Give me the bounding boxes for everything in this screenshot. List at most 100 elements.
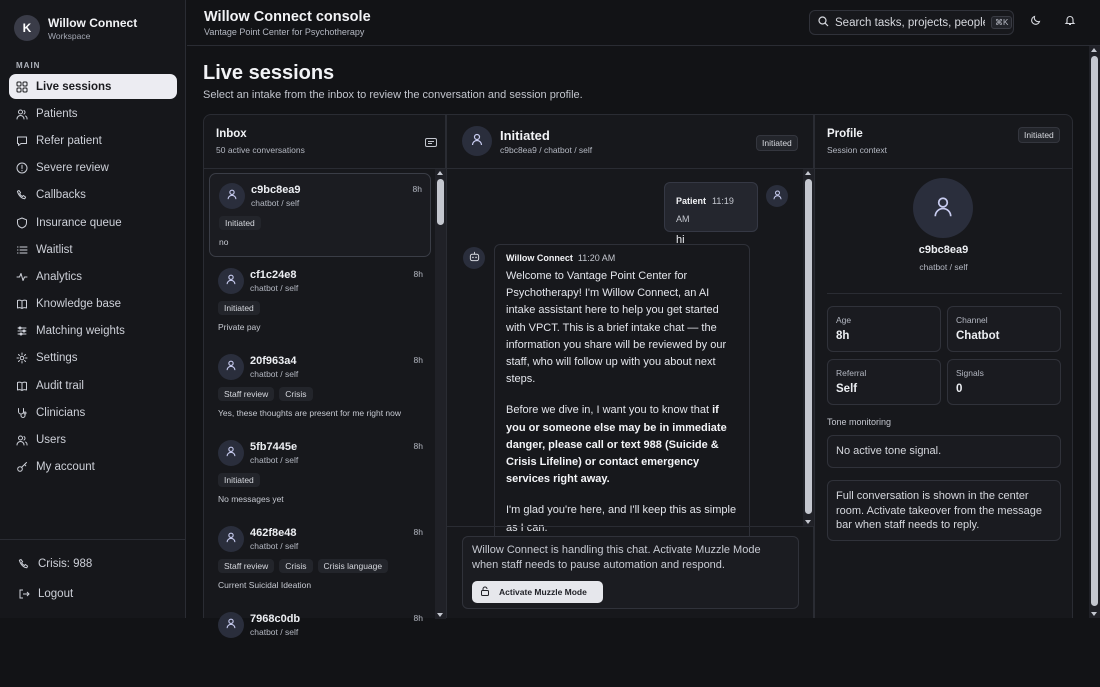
avatar [218,440,244,466]
crisis-link[interactable]: Crisis: 988 [12,552,180,576]
sidebar-item-label: Matching weights [36,325,125,338]
search-input[interactable] [835,16,985,29]
sidebar-item-my-account[interactable]: My account [9,455,177,480]
conversation-id: 7968c0db [250,613,301,625]
logout-button[interactable]: Logout [12,582,180,606]
scroll-down-arrow[interactable] [805,520,811,524]
activate-muzzle-button[interactable]: Activate Muzzle Mode [472,581,603,603]
muzzle-label: Activate Muzzle Mode [499,587,587,597]
tag-list: Initiated [219,216,261,230]
sidebar-item-analytics[interactable]: Analytics [9,264,177,289]
divider [447,526,813,527]
conversation-item[interactable]: 7968c0db chatbot / self 8h [209,603,431,687]
list-icon [16,244,28,256]
scroll-thumb[interactable] [1091,56,1098,606]
users-icon [16,108,28,120]
stethoscope-icon [16,407,28,419]
tag-list: Staff review Crisis [218,387,313,401]
conversation-tag: Crisis [279,559,313,573]
console-subtitle: Vantage Point Center for Psychotherapy [204,27,365,37]
main-nav: Live sessions Patients Refer patient Severe… [9,74,177,482]
sidebar-item-patients[interactable]: Patients [9,101,177,126]
sliders-icon [16,325,28,337]
scroll-up-arrow[interactable] [1091,48,1097,52]
conversation-meta: chatbot / self [250,627,299,637]
theme-toggle-button[interactable] [1026,12,1046,32]
scroll-up-arrow[interactable] [437,171,443,175]
sender-name: Willow Connect [506,253,573,263]
chat-scrollbar[interactable] [803,169,814,526]
brand-name: Willow Connect [48,15,138,30]
card-label: Signals [956,368,984,378]
conversation-tag: Initiated [219,216,261,230]
sidebar-item-audit-trail[interactable]: Audit trail [9,373,177,398]
alert-icon [16,162,28,174]
grid-icon [16,81,28,93]
page-scrollbar[interactable] [1089,46,1100,618]
avatar [218,354,244,380]
avatar [462,126,492,156]
scroll-thumb[interactable] [805,179,812,514]
card-label: Age [836,315,852,325]
search-box[interactable]: ⌘K [809,10,1014,35]
bot-icon [469,249,480,267]
inbox-panel: Inbox 50 active conversations c9bc8ea9 ch… [203,114,446,638]
takeover-note: Full conversation is shown in the center… [827,480,1061,541]
scroll-down-arrow[interactable] [437,613,443,617]
shortcut-hint: ⌘K [991,16,1013,29]
scroll-up-arrow[interactable] [805,171,811,175]
user-icon [931,194,955,223]
message-paragraph: Welcome to Vantage Point Center for Psyc… [506,270,727,386]
user-icon [470,132,484,151]
bot-message: Willow Connect 11:20 AM Welcome to Vantag… [494,244,750,544]
user-icon [225,272,237,290]
scroll-thumb[interactable] [437,179,444,225]
sidebar-item-refer-patient[interactable]: Refer patient [9,128,177,153]
conversation-item[interactable]: c9bc8ea9 chatbot / self 8h Initiated no [209,173,431,257]
sidebar-item-settings[interactable]: Settings [9,346,177,371]
divider [0,539,186,540]
page-title: Live sessions [203,62,335,84]
conversation-item[interactable]: 462f8e48 chatbot / self 8h Staff review Cris… [209,517,431,601]
conversation-preview: Current Suicidal Ideation [218,580,312,590]
search-icon [818,14,829,32]
conversation-item[interactable]: cf1c24e8 chatbot / self 8h Initiated Private… [209,259,431,343]
referral-card: Referral Self [827,359,941,405]
tone-status: No active tone signal. [827,435,1061,468]
inbox-scrollbar[interactable] [435,169,446,619]
sidebar-item-label: Settings [36,352,78,365]
user-icon [225,530,237,548]
sidebar-item-waitlist[interactable]: Waitlist [9,237,177,262]
sidebar-item-users[interactable]: Users [9,427,177,452]
card-value: 0 [956,383,963,395]
inbox-title: Inbox [216,128,247,140]
message-time: 11:20 AM [577,253,616,263]
sidebar-item-insurance-queue[interactable]: Insurance queue [9,210,177,235]
lock-icon [480,586,490,598]
conversation-meta: chatbot / self [251,198,300,208]
sender-name: Patient [676,196,707,206]
scroll-down-arrow[interactable] [1091,612,1097,616]
sidebar-item-severe-review[interactable]: Severe review [9,156,177,181]
chat-title: Initiated [500,128,550,143]
workspace-switcher[interactable]: K Willow Connect Workspace [14,15,137,41]
sidebar-item-matching-weights[interactable]: Matching weights [9,319,177,344]
conversation-item[interactable]: 20f963a4 chatbot / self 8h Staff review Cris… [209,345,431,429]
chat-panel: Initiated c9bc8ea9 / chatbot / self Init… [446,114,814,618]
conversation-id: 5fb7445e [250,441,298,453]
sidebar-item-knowledge-base[interactable]: Knowledge base [9,292,177,317]
avatar [218,526,244,552]
conversation-preview: Private pay [218,322,261,332]
notifications-button[interactable] [1060,12,1080,32]
sidebar-item-callbacks[interactable]: Callbacks [9,183,177,208]
conversation-item[interactable]: 5fb7445e chatbot / self 8h Initiated No mess… [209,431,431,515]
signals-card: Signals 0 [947,359,1061,405]
status-badge: Initiated [1018,127,1060,143]
sidebar-item-live-sessions[interactable]: Live sessions [9,74,177,100]
compose-icon[interactable] [425,136,437,154]
conversation-meta: chatbot / self [250,369,299,379]
user-icon [225,358,237,376]
shield-icon [16,217,28,229]
message-paragraph: Before we dive in, I want you to know th… [506,402,738,488]
sidebar-item-clinicians[interactable]: Clinicians [9,400,177,425]
